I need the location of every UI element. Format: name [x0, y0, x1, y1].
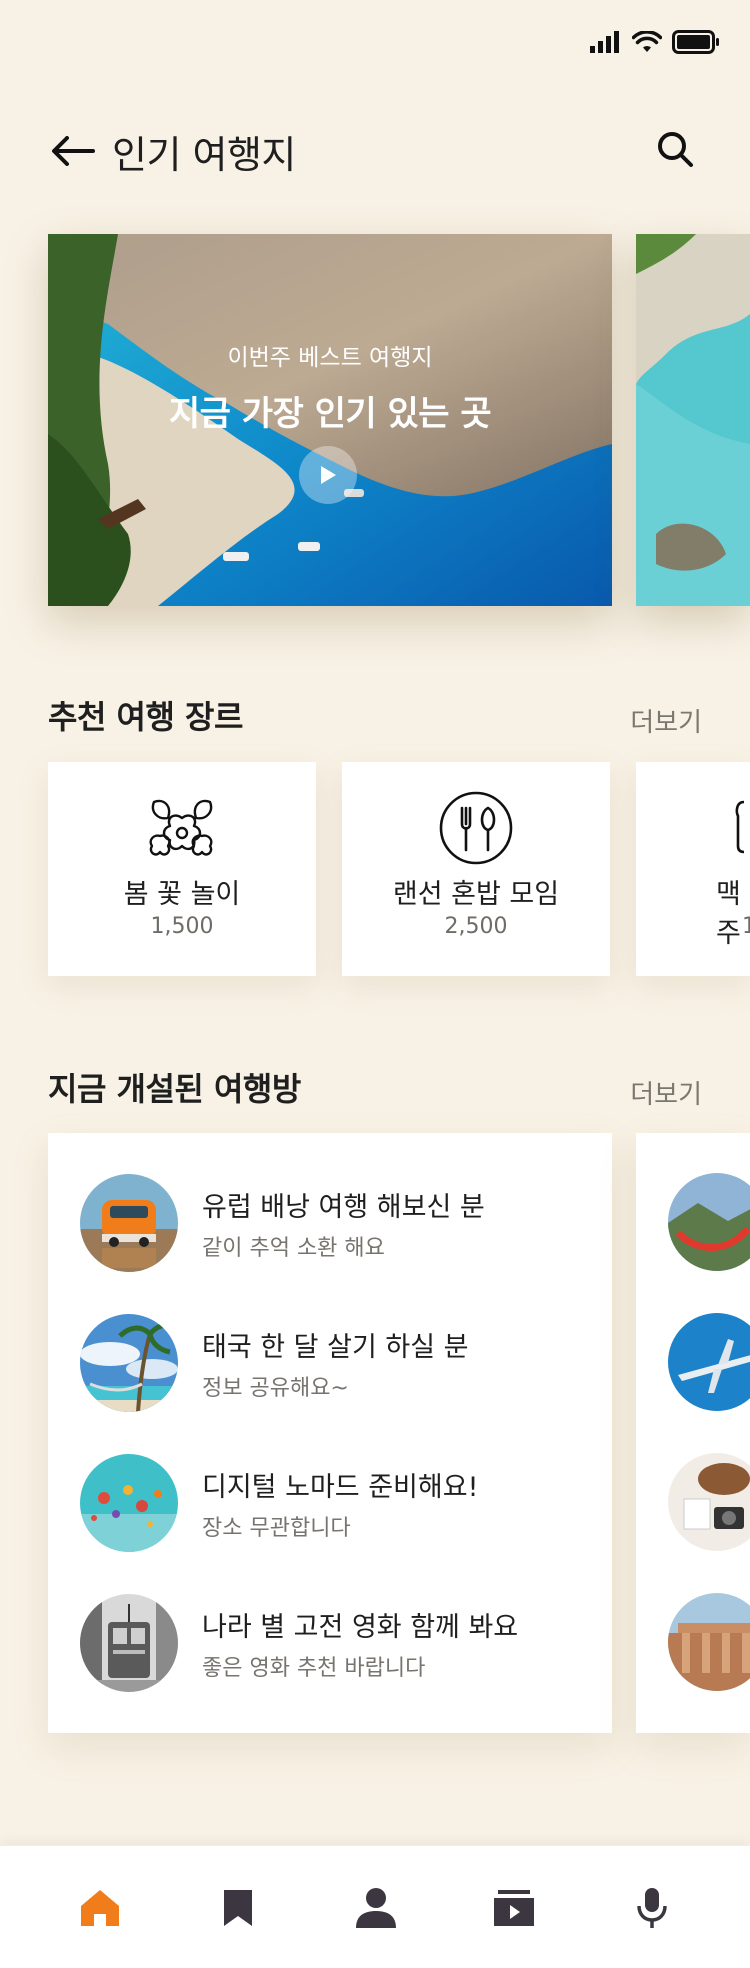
home-icon — [81, 1890, 119, 1926]
nav-bookmark[interactable] — [208, 1878, 268, 1938]
ruins-thumbnail — [668, 1593, 750, 1691]
nav-voice[interactable] — [622, 1878, 682, 1938]
room-title: 태국 한 달 살기 하실 분 — [202, 1331, 469, 1363]
genres-title: 추천 여행 장르 — [48, 698, 243, 736]
hammock-thumbnail — [668, 1173, 750, 1271]
room-avatar[interactable] — [668, 1313, 750, 1411]
room-avatar — [80, 1314, 178, 1412]
status-bar — [590, 30, 720, 54]
room-text: 유럽 배낭 여행 해보신 분 같이 추억 소환 해요 — [202, 1185, 485, 1262]
arrow-left-icon — [52, 136, 95, 166]
hero-next-image — [636, 234, 750, 606]
room-avatar — [80, 1454, 178, 1552]
list-item[interactable]: 디지털 노마드 준비해요! 장소 무관합니다 — [80, 1453, 592, 1553]
rooms-more-link[interactable]: 더보기 — [630, 1074, 702, 1111]
room-text: 디지털 노마드 준비해요! 장소 무관합니다 — [202, 1465, 478, 1542]
room-title: 유럽 배낭 여행 해보신 분 — [202, 1191, 485, 1223]
wifi-icon — [632, 31, 662, 52]
room-avatar — [80, 1174, 178, 1272]
room-text: 태국 한 달 살기 하실 분 정보 공유해요~ — [202, 1325, 468, 1402]
van-thumbnail — [80, 1174, 178, 1272]
hero-card-next[interactable] — [636, 234, 750, 606]
travel-items-thumbnail — [668, 1453, 750, 1551]
room-description: 좋은 영화 추천 바랍니다 — [202, 1655, 426, 1681]
genre-count: 1 — [742, 914, 750, 939]
genre-card[interactable]: 봄 꽃 놀이 1,500 — [48, 762, 316, 976]
nav-videos[interactable] — [484, 1878, 544, 1938]
play-button[interactable] — [299, 446, 357, 504]
hero-subtitle: 이번주 베스트 여행지 — [227, 345, 433, 371]
beer-icon — [735, 800, 745, 854]
profile-icon — [356, 1888, 396, 1928]
video-library-icon — [494, 1890, 534, 1926]
hero-title: 지금 가장 인기 있는 곳 — [168, 394, 492, 434]
bookmark-icon — [224, 1890, 252, 1926]
rooms-card-next — [636, 1133, 750, 1733]
list-item[interactable]: 태국 한 달 살기 하실 분 정보 공유해요~ — [80, 1313, 592, 1413]
battery-icon — [672, 30, 719, 54]
genre-label: 봄 꽃 놀이 — [123, 879, 241, 910]
genres-more-link[interactable]: 더보기 — [630, 702, 702, 739]
genre-count: 1,500 — [150, 914, 214, 939]
page-title: 인기 여행지 — [112, 133, 296, 177]
room-description: 정보 공유해요~ — [202, 1375, 349, 1401]
rooms-card: 유럽 배낭 여행 해보신 분 같이 추억 소환 해요 태국 한 달 살기 하실 … — [48, 1133, 612, 1733]
room-avatar[interactable] — [668, 1173, 750, 1271]
list-item[interactable]: 나라 별 고전 영화 함께 봐요 좋은 영화 추천 바랍니다 — [80, 1593, 592, 1693]
hero-card[interactable]: 이번주 베스트 여행지 지금 가장 인기 있는 곳 — [48, 234, 612, 606]
search-icon — [658, 132, 693, 167]
room-title: 디지털 노마드 준비해요! — [202, 1471, 479, 1503]
room-avatar[interactable] — [668, 1593, 750, 1691]
hero-text: 이번주 베스트 여행지 지금 가장 인기 있는 곳 — [48, 338, 612, 435]
rooms-title: 지금 개설된 여행방 — [48, 1070, 301, 1108]
room-description: 같이 추억 소환 해요 — [202, 1235, 385, 1261]
signal-icon — [590, 31, 619, 53]
list-item[interactable]: 유럽 배낭 여행 해보신 분 같이 추억 소환 해요 — [80, 1173, 592, 1273]
nav-profile[interactable] — [346, 1878, 406, 1938]
genre-count: 2,500 — [444, 914, 508, 939]
room-description: 장소 무관합니다 — [202, 1515, 351, 1541]
balloons-thumbnail — [80, 1454, 178, 1552]
nav-home[interactable] — [70, 1878, 130, 1938]
room-avatar[interactable] — [668, 1453, 750, 1551]
genre-label: 랜선 혼밥 모임 — [392, 879, 560, 910]
tram-thumbnail — [80, 1594, 178, 1692]
beach-thumbnail — [80, 1314, 178, 1412]
fork-knife-icon — [439, 791, 513, 865]
play-icon — [321, 466, 336, 484]
airplane-thumbnail — [668, 1313, 750, 1411]
room-avatar — [80, 1594, 178, 1692]
back-button[interactable] — [50, 128, 96, 174]
room-title: 나라 별 고전 영화 함께 봐요 — [202, 1611, 519, 1643]
search-button[interactable] — [650, 124, 700, 174]
genre-card[interactable]: 랜선 혼밥 모임 2,500 — [342, 762, 610, 976]
bottom-navigation — [0, 1845, 750, 1968]
microphone-icon — [637, 1888, 667, 1928]
genre-card[interactable]: 맥주 1 — [636, 762, 750, 976]
flower-icon — [149, 799, 213, 856]
room-text: 나라 별 고전 영화 함께 봐요 좋은 영화 추천 바랍니다 — [202, 1605, 518, 1682]
